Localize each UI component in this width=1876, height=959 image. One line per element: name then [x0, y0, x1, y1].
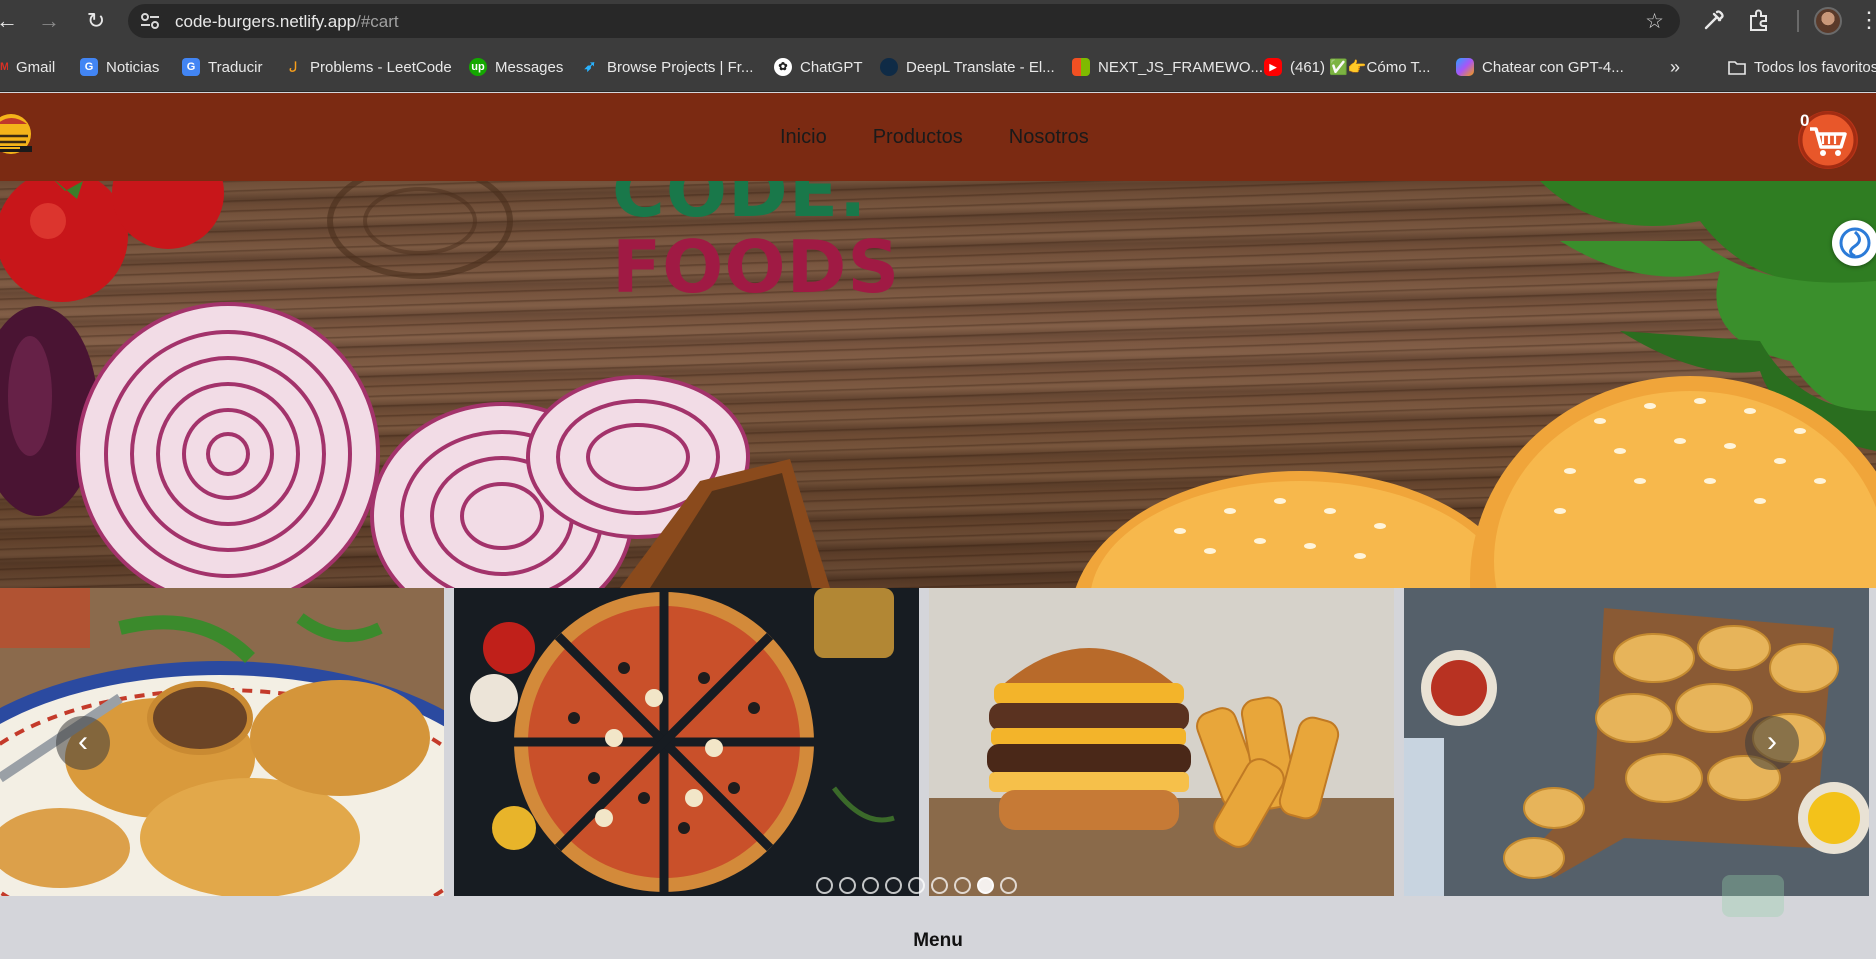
- bookmark-youtube[interactable]: ▶ (461) ✅👉Cómo T...: [1264, 56, 1430, 78]
- youtube-icon: ▶: [1264, 58, 1282, 76]
- hero-banner: CODE. FOODS: [0, 181, 1876, 588]
- more-bookmarks-button[interactable]: »: [1670, 56, 1680, 78]
- microsoft-icon: [1072, 58, 1090, 76]
- carousel-dot[interactable]: [885, 877, 902, 894]
- all-bookmarks-folder[interactable]: Todos los favoritos: [1728, 56, 1876, 78]
- carousel-dot[interactable]: [908, 877, 925, 894]
- toolbar-divider: [1797, 10, 1799, 32]
- bookmark-freelancer[interactable]: ➶ Browse Projects | Fr...: [581, 56, 754, 78]
- carousel-dot[interactable]: [839, 877, 856, 894]
- bookmark-label: Problems - LeetCode: [310, 58, 452, 76]
- menu-section-heading: Menu: [913, 930, 963, 951]
- copilot-icon: [1456, 58, 1474, 76]
- browser-menu-icon[interactable]: ⋮: [1858, 6, 1876, 34]
- bookmark-label: Traducir: [208, 58, 263, 76]
- deepl-icon: [880, 58, 898, 76]
- bookmark-label: Browse Projects | Fr...: [607, 58, 754, 76]
- empanadas-board-image: [1404, 588, 1869, 896]
- pizza-image: [454, 588, 919, 896]
- reload-button[interactable]: ↻: [81, 6, 111, 36]
- bookmark-label: Chatear con GPT-4...: [1482, 58, 1624, 76]
- cart-count-badge: 0: [1800, 111, 1810, 130]
- freelancer-icon: ➶: [583, 58, 597, 75]
- bookmark-label: DeepL Translate - El...: [906, 58, 1055, 76]
- news-icon: G: [80, 58, 98, 76]
- carousel-dot[interactable]: [931, 877, 948, 894]
- carousel-prev-button[interactable]: ‹: [56, 716, 110, 770]
- carousel-dot[interactable]: [816, 877, 833, 894]
- address-bar[interactable]: code-burgers.netlify.app/#cart ☆: [128, 4, 1680, 38]
- site-header: Inicio Productos Nosotros: [0, 93, 1876, 181]
- translate-icon: G: [182, 58, 200, 76]
- bookmark-label: Messages: [495, 58, 564, 76]
- carousel-next-button[interactable]: ›: [1745, 716, 1799, 770]
- assistant-extension-button[interactable]: [1832, 220, 1876, 266]
- profile-avatar[interactable]: [1814, 7, 1842, 35]
- bookmark-label: Gmail: [16, 58, 56, 76]
- bookmark-chatgpt[interactable]: ✿ ChatGPT: [774, 56, 863, 78]
- hero-illustration: [0, 181, 1876, 588]
- swirl-icon: [1839, 227, 1871, 259]
- carousel-dot-active[interactable]: [977, 877, 994, 894]
- bookmark-label: ChatGPT: [800, 58, 863, 76]
- site-info-icon[interactable]: [140, 12, 160, 30]
- carousel-indicators: [816, 877, 1017, 894]
- bookmark-star-icon[interactable]: ☆: [1645, 9, 1664, 34]
- extensions-puzzle-icon[interactable]: [1746, 8, 1772, 34]
- gmail-icon: M: [0, 61, 8, 73]
- upwork-icon: up: [469, 58, 487, 76]
- bookmark-copilot[interactable]: Chatear con GPT-4...: [1456, 56, 1624, 78]
- bookmark-messages[interactable]: up Messages: [469, 56, 563, 78]
- bookmark-label: NEXT_JS_FRAMEWO...: [1098, 58, 1264, 76]
- chatgpt-icon: ✿: [774, 58, 792, 76]
- back-button[interactable]: ←: [0, 6, 22, 36]
- slide-empanadas-board[interactable]: [1404, 588, 1869, 896]
- hero-title-foods: FOODS: [612, 225, 901, 309]
- carousel-dot[interactable]: [862, 877, 879, 894]
- products-carousel: ‹ ›: [0, 588, 1876, 898]
- bookmark-leetcode[interactable]: ﻝ Problems - LeetCode: [284, 56, 452, 78]
- site-logo[interactable]: [0, 104, 36, 164]
- bookmark-deepl[interactable]: DeepL Translate - El...: [880, 56, 1055, 78]
- leetcode-icon: ﻝ: [289, 61, 297, 73]
- slide-pizza[interactable]: [454, 588, 919, 896]
- bookmark-label: (461) ✅👉Cómo T...: [1290, 59, 1431, 76]
- bookmarks-bar: M Gmail G Noticias G Traducir ﻝ Problems…: [0, 42, 1876, 92]
- nav-inicio[interactable]: Inicio: [780, 126, 827, 149]
- carousel-dot[interactable]: [954, 877, 971, 894]
- bookmark-gmail[interactable]: M Gmail: [0, 56, 55, 78]
- bookmark-label: Todos los favoritos: [1754, 58, 1876, 76]
- main-nav: Inicio Productos Nosotros: [780, 126, 1089, 149]
- nav-nosotros[interactable]: Nosotros: [1009, 126, 1089, 149]
- slide-cheeseburger[interactable]: [929, 588, 1394, 896]
- eyedropper-extension-icon[interactable]: [1700, 8, 1726, 34]
- bookmark-label: Noticias: [106, 58, 160, 76]
- burger-image: [929, 588, 1394, 896]
- floating-widget[interactable]: [1722, 875, 1784, 917]
- url-path: /#cart: [356, 12, 399, 31]
- forward-button[interactable]: →: [34, 6, 64, 36]
- url-text[interactable]: code-burgers.netlify.app/#cart: [175, 12, 399, 32]
- bookmark-traducir[interactable]: G Traducir: [182, 56, 262, 78]
- bookmark-noticias[interactable]: G Noticias: [80, 56, 159, 78]
- url-host: code-burgers.netlify.app: [175, 12, 357, 31]
- browser-toolbar: ← → ↻ code-burgers.netlify.app/#cart ☆ ⋮: [0, 0, 1876, 42]
- nav-productos[interactable]: Productos: [873, 126, 963, 149]
- folder-icon: [1728, 61, 1746, 75]
- bookmark-nextjs[interactable]: NEXT_JS_FRAMEWO...: [1072, 56, 1263, 78]
- carousel-dot[interactable]: [1000, 877, 1017, 894]
